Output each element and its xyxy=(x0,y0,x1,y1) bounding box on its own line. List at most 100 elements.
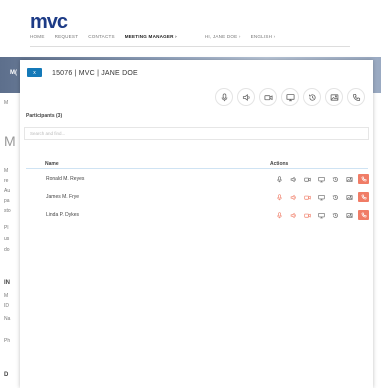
participant-speaker-toggle[interactable] xyxy=(288,192,298,202)
bg-section-fragment: D xyxy=(4,372,9,378)
bg-text-fragment: Au xyxy=(4,188,11,194)
participant-image-button[interactable] xyxy=(344,192,354,202)
participant-mic-toggle[interactable] xyxy=(274,192,284,202)
participant-name: James M. Frye xyxy=(46,194,80,200)
bg-text-fragment: Ph xyxy=(4,338,11,344)
monitor-icon xyxy=(317,176,325,182)
monitor-icon xyxy=(317,194,325,200)
speaker-icon xyxy=(290,212,296,218)
participants-table-header: Name Actions xyxy=(26,157,368,169)
bg-text-fragment: M xyxy=(4,100,9,106)
participant-row: Linda P. Dykes xyxy=(26,208,369,224)
video-camera-icon xyxy=(263,94,273,100)
video-camera-icon xyxy=(303,195,311,200)
bg-text-fragment: re xyxy=(4,178,9,184)
participant-hangup-button[interactable] xyxy=(358,174,369,184)
participant-history-button[interactable] xyxy=(330,174,340,184)
bg-section-fragment: IN xyxy=(4,280,10,286)
participant-camera-toggle[interactable] xyxy=(302,192,312,202)
nav-contacts[interactable]: CONTACTS xyxy=(88,34,115,39)
bg-heading-fragment: M xyxy=(4,133,16,149)
history-icon xyxy=(308,94,316,101)
brand-logo[interactable]: mvc xyxy=(30,11,68,34)
monitor-icon xyxy=(317,212,325,218)
participant-mic-toggle[interactable] xyxy=(274,210,284,220)
monitor-icon xyxy=(285,93,295,101)
nav-request[interactable]: REQUEST xyxy=(55,34,79,39)
speaker-icon xyxy=(290,176,296,182)
nav-language[interactable]: ENGLISH › xyxy=(251,34,276,39)
history-icon xyxy=(332,194,338,200)
phone-hangup-icon xyxy=(361,194,366,200)
participant-hangup-button[interactable] xyxy=(358,192,369,202)
top-nav: HOME REQUEST CONTACTS MEETING MANAGER › … xyxy=(30,34,285,39)
bg-text-fragment: M xyxy=(4,168,9,174)
history-icon xyxy=(332,212,338,218)
participant-history-button[interactable] xyxy=(330,210,340,220)
video-camera-icon xyxy=(303,213,311,218)
participant-history-button[interactable] xyxy=(330,192,340,202)
participant-speaker-toggle[interactable] xyxy=(288,174,298,184)
image-icon xyxy=(346,176,352,182)
nav-user-menu[interactable]: HI, JANE DOE › xyxy=(205,34,241,39)
microphone-icon xyxy=(276,193,282,200)
nav-home[interactable]: HOME xyxy=(30,34,45,39)
history-icon xyxy=(332,176,338,182)
phone-icon xyxy=(352,93,360,101)
participant-actions xyxy=(274,210,369,220)
close-button[interactable]: x xyxy=(27,68,42,77)
bg-text-fragment: do xyxy=(4,247,10,253)
nav-meeting-manager[interactable]: MEETING MANAGER › xyxy=(125,34,177,39)
image-icon xyxy=(346,212,352,218)
participant-speaker-toggle[interactable] xyxy=(288,210,298,220)
bg-text-fragment: M xyxy=(4,293,9,299)
phone-hangup-icon xyxy=(361,212,366,218)
toolbar-phone-button[interactable] xyxy=(347,88,365,106)
nav-divider xyxy=(30,46,350,47)
participant-name: Ronald M. Reyes xyxy=(46,176,85,182)
image-icon xyxy=(330,93,338,101)
participant-screen-button[interactable] xyxy=(316,174,326,184)
toolbar-image-button[interactable] xyxy=(325,88,343,106)
column-header-actions: Actions xyxy=(270,161,289,167)
participants-label: Participants (3) xyxy=(26,113,63,119)
bg-text-fragment: Pl xyxy=(4,225,9,231)
participant-mic-toggle[interactable] xyxy=(274,174,284,184)
phone-hangup-icon xyxy=(361,176,366,182)
participant-image-button[interactable] xyxy=(344,174,354,184)
microphone-icon xyxy=(221,92,227,101)
participant-screen-button[interactable] xyxy=(316,210,326,220)
bg-text-fragment: us xyxy=(4,236,10,242)
participant-hangup-button[interactable] xyxy=(358,210,369,220)
participant-search-input[interactable] xyxy=(24,127,369,140)
bg-text-fragment: ID xyxy=(4,303,9,309)
bg-text-fragment: pa xyxy=(4,198,10,204)
participant-camera-toggle[interactable] xyxy=(302,174,312,184)
microphone-icon xyxy=(276,211,282,218)
participant-screen-button[interactable] xyxy=(316,192,326,202)
microphone-icon xyxy=(276,175,282,182)
toolbar-speaker-button[interactable] xyxy=(237,88,255,106)
modal-title: 15076 | MVC | JANE DOE xyxy=(52,70,138,77)
image-icon xyxy=(346,194,352,200)
bg-text-fragment: sto xyxy=(4,208,11,214)
participant-row: James M. Frye xyxy=(26,190,369,206)
toolbar-mic-button[interactable] xyxy=(215,88,233,106)
participant-row: Ronald M. Reyes xyxy=(26,172,369,188)
participant-camera-toggle[interactable] xyxy=(302,210,312,220)
participant-name: Linda P. Dykes xyxy=(46,212,79,218)
toolbar-camera-button[interactable] xyxy=(259,88,277,106)
participant-actions xyxy=(274,192,369,202)
speaker-icon xyxy=(242,93,250,101)
video-camera-icon xyxy=(303,177,311,182)
column-header-name: Name xyxy=(45,161,59,167)
banner-text: M( xyxy=(10,70,17,76)
speaker-icon xyxy=(290,194,296,200)
toolbar-history-button[interactable] xyxy=(303,88,321,106)
participant-image-button[interactable] xyxy=(344,210,354,220)
modal-toolbar xyxy=(215,88,365,106)
participant-actions xyxy=(274,174,369,184)
bg-text-fragment: Na xyxy=(4,316,11,322)
toolbar-screen-button[interactable] xyxy=(281,88,299,106)
meeting-modal: x 15076 | MVC | JANE DOE Participants (3… xyxy=(20,60,373,388)
